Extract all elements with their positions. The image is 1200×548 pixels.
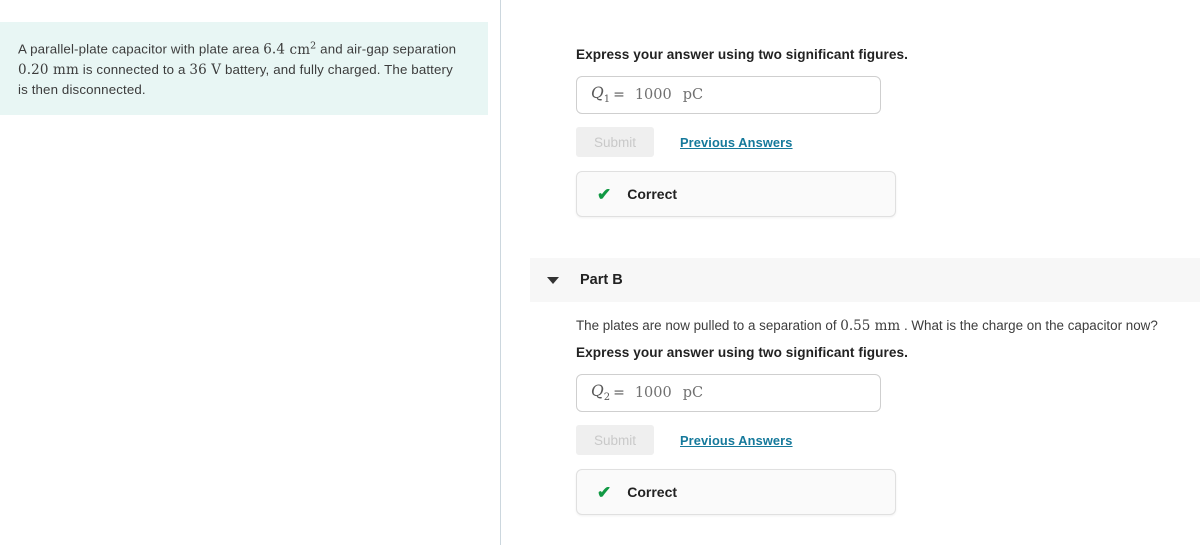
part-b-feedback-box: ✔ Correct — [576, 469, 896, 515]
part-b-previous-answers-link[interactable]: Previous Answers — [680, 433, 793, 448]
page-root: A parallel-plate capacitor with plate ar… — [0, 0, 1200, 548]
part-a-equals-sign: = — [613, 87, 625, 103]
part-b-title: Part B — [580, 272, 623, 288]
part-a-feedback-label: Correct — [627, 186, 678, 202]
problem-text-part-3: is connected to a — [78, 61, 190, 77]
part-b-header[interactable]: Part B — [530, 258, 1200, 302]
part-b-question-part-2: . What is the charge on the capacitor no… — [900, 318, 1158, 333]
left-panel: A parallel-plate capacitor with plate ar… — [0, 0, 500, 548]
problem-text-part-2: and air-gap separation — [316, 41, 457, 57]
voltage-value: 36 — [189, 61, 207, 78]
part-a-previous-answers-link[interactable]: Previous Answers — [680, 135, 793, 150]
part-b-section: The plates are now pulled to a separatio… — [501, 316, 1200, 515]
part-b-equals-sign: = — [613, 385, 625, 401]
part-b-feedback-label: Correct — [627, 484, 678, 500]
part-a-answer-symbol: Q1 — [591, 84, 611, 106]
part-b-body: The plates are now pulled to a separatio… — [501, 316, 1200, 515]
problem-text-part-1: A parallel-plate capacitor with plate ar… — [18, 41, 264, 57]
plate-area-value: 6.4 — [263, 41, 286, 58]
part-b-answer-input[interactable]: Q2 = 1000 pC — [576, 374, 881, 412]
problem-statement-text: A parallel-plate capacitor with plate ar… — [18, 36, 466, 99]
part-a-section: Express your answer using two significan… — [501, 47, 1200, 217]
gap-unit: mm — [53, 61, 79, 78]
part-a-submit-row: Submit Previous Answers — [576, 127, 1190, 157]
part-a-instruction: Express your answer using two significan… — [576, 47, 908, 62]
part-a-answer-input[interactable]: Q1 = 1000 pC — [576, 76, 881, 114]
part-b-question-part-1: The plates are now pulled to a separatio… — [576, 318, 841, 333]
right-panel: Express your answer using two significan… — [501, 0, 1200, 548]
part-b-answer-symbol: Q2 — [591, 382, 611, 404]
plate-area-unit: cm2 — [289, 40, 317, 58]
chevron-down-icon[interactable] — [547, 276, 559, 284]
check-icon: ✔ — [597, 184, 612, 204]
problem-statement-box: A parallel-plate capacitor with plate ar… — [0, 22, 488, 115]
part-a-answer-value: 1000 — [634, 87, 672, 103]
part-b-instruction: Express your answer using two significan… — [576, 345, 908, 360]
check-icon: ✔ — [597, 482, 612, 502]
part-b-answer-unit: pC — [682, 385, 704, 401]
voltage-unit: V — [211, 61, 222, 78]
part-b-answer-value: 1000 — [634, 385, 672, 401]
part-b-separation-unit: mm — [874, 318, 901, 334]
part-b-question: The plates are now pulled to a separatio… — [576, 316, 1190, 336]
part-b-separation-value: 0.55 — [840, 318, 871, 334]
part-a-answer-unit: pC — [682, 87, 704, 103]
part-b-submit-button[interactable]: Submit — [576, 425, 654, 455]
part-a-body: Express your answer using two significan… — [501, 47, 1200, 217]
part-a-feedback-box: ✔ Correct — [576, 171, 896, 217]
gap-value: 0.20 — [18, 61, 49, 78]
part-a-submit-button[interactable]: Submit — [576, 127, 654, 157]
part-b-submit-row: Submit Previous Answers — [576, 425, 1190, 455]
